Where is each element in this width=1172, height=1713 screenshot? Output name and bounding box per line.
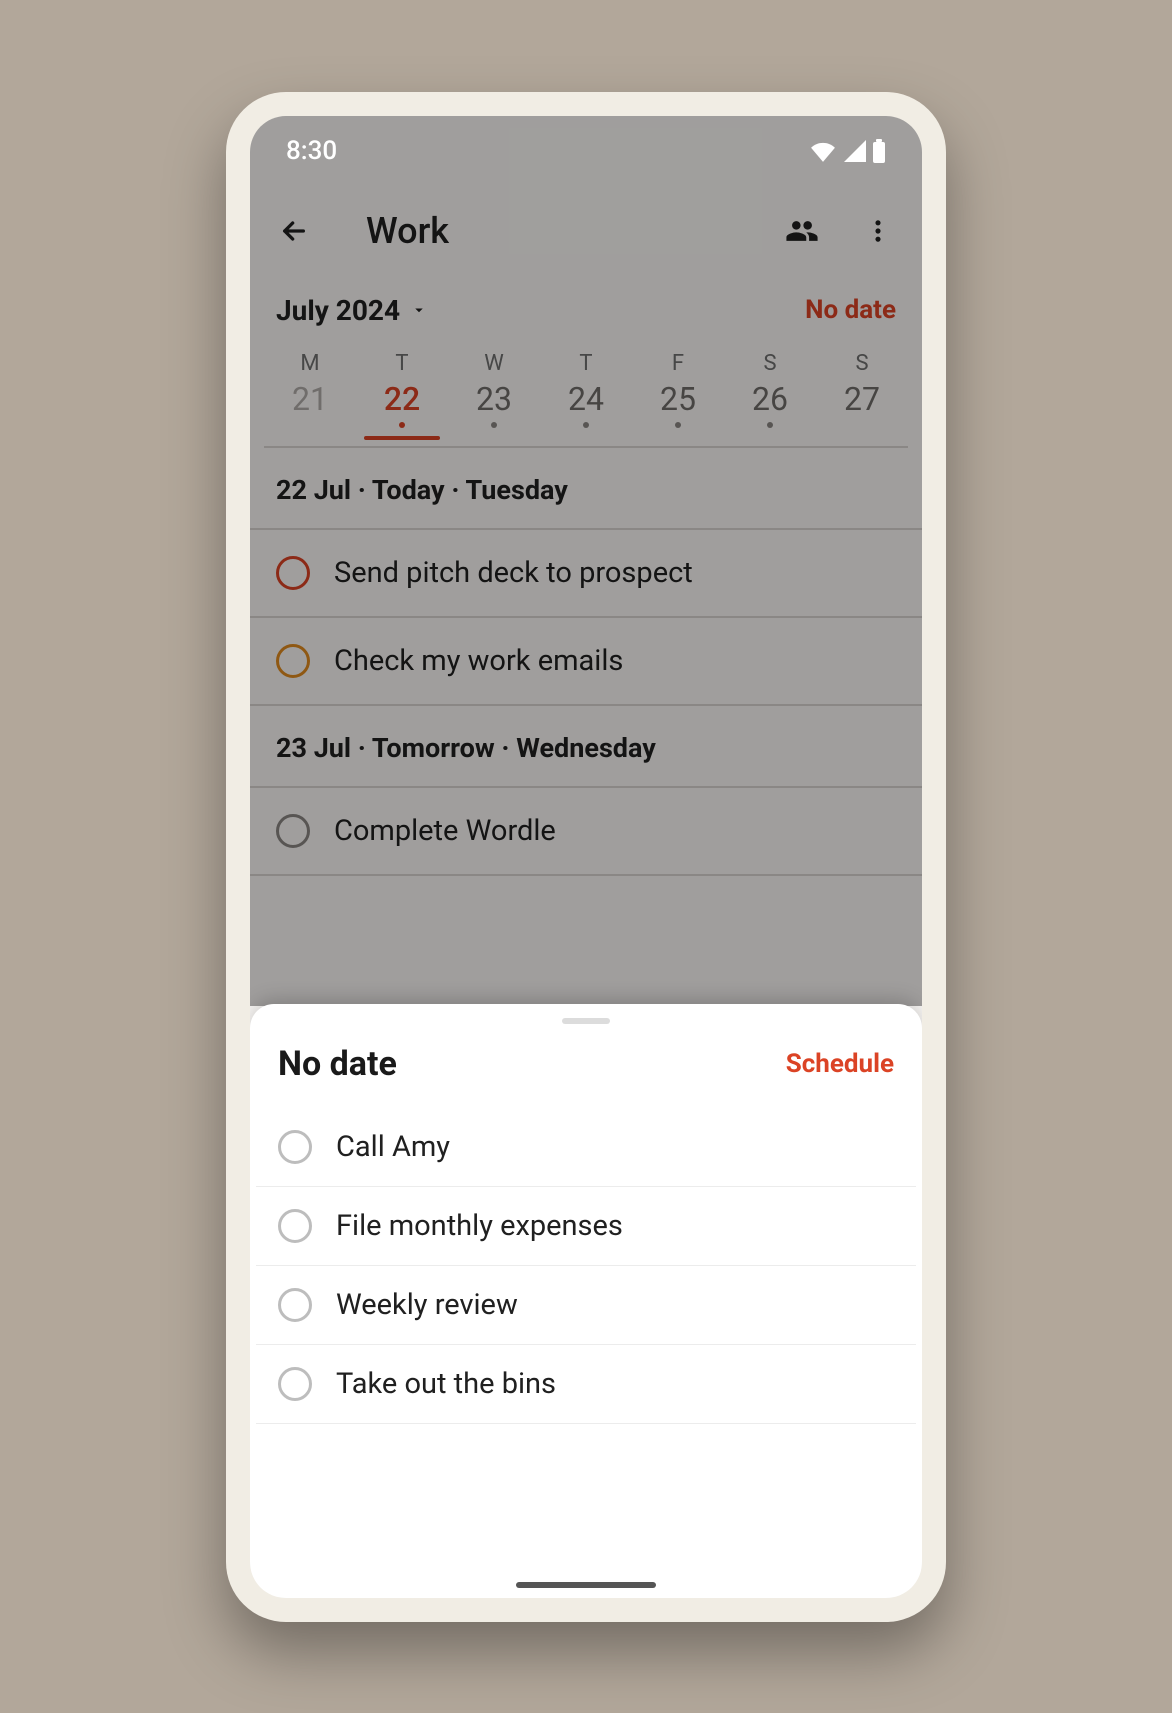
month-label-text: July 2024: [276, 294, 400, 327]
day-col-22[interactable]: T 22: [356, 351, 448, 438]
bottom-sheet: No date Schedule Call Amy File monthly ex…: [250, 1004, 922, 1598]
task-row[interactable]: Call Amy: [256, 1108, 916, 1187]
task-title: Call Amy: [336, 1130, 450, 1164]
screen: 8:30 Work July 2024: [250, 116, 922, 1598]
week-strip: M 21 T 22 W 23 T 24 F 25 S 26 S 27: [250, 345, 922, 448]
section-header: 23 Jul · Tomorrow · Wednesday: [250, 706, 922, 788]
task-checkbox[interactable]: [276, 556, 310, 590]
day-letter: T: [579, 351, 592, 376]
device-frame: 8:30 Work July 2024: [226, 92, 946, 1622]
no-date-link[interactable]: No date: [805, 295, 896, 325]
month-picker[interactable]: July 2024: [276, 294, 428, 327]
day-col-24[interactable]: T 24: [540, 351, 632, 438]
task-checkbox[interactable]: [278, 1288, 312, 1322]
day-letter: W: [484, 351, 504, 376]
task-row[interactable]: Check my work emails: [250, 618, 922, 706]
day-dot: [491, 422, 497, 428]
chevron-down-icon: [410, 301, 428, 319]
more-button[interactable]: [854, 207, 902, 255]
day-letter: S: [763, 351, 776, 376]
app-bar: Work: [250, 186, 922, 276]
task-title: Complete Wordle: [334, 814, 556, 848]
day-number: 24: [568, 380, 604, 418]
sheet-header: No date Schedule: [250, 1032, 922, 1108]
task-title: File monthly expenses: [336, 1209, 623, 1243]
task-row[interactable]: Take out the bins: [256, 1345, 916, 1424]
day-letter: M: [300, 351, 319, 376]
day-number: 23: [476, 380, 512, 418]
task-checkbox[interactable]: [278, 1209, 312, 1243]
day-col-21[interactable]: M 21: [264, 351, 356, 438]
day-number: 27: [844, 380, 880, 418]
day-letter: T: [395, 351, 408, 376]
back-button[interactable]: [270, 207, 318, 255]
task-checkbox[interactable]: [278, 1367, 312, 1401]
signal-icon: [842, 140, 866, 162]
page-title: Work: [346, 210, 750, 252]
day-letter: F: [672, 351, 684, 376]
people-icon: [785, 214, 819, 248]
task-title: Send pitch deck to prospect: [334, 556, 693, 590]
nav-handle[interactable]: [516, 1582, 656, 1588]
status-time: 8:30: [286, 136, 337, 166]
day-dot: [583, 422, 589, 428]
day-dot: [767, 422, 773, 428]
day-number: 21: [292, 380, 328, 418]
arrow-left-icon: [278, 215, 310, 247]
task-row[interactable]: Complete Wordle: [250, 788, 922, 876]
drag-handle[interactable]: [562, 1018, 610, 1024]
task-checkbox[interactable]: [276, 644, 310, 678]
day-dot: [399, 422, 405, 428]
day-number: 22: [384, 380, 420, 418]
day-col-25[interactable]: F 25: [632, 351, 724, 438]
status-icons: [810, 139, 886, 163]
status-bar: 8:30: [250, 116, 922, 186]
schedule-button[interactable]: Schedule: [786, 1049, 894, 1079]
day-col-23[interactable]: W 23: [448, 351, 540, 438]
collaborators-button[interactable]: [778, 207, 826, 255]
task-title: Check my work emails: [334, 644, 623, 678]
more-vert-icon: [864, 217, 892, 245]
task-checkbox[interactable]: [278, 1130, 312, 1164]
task-title: Take out the bins: [336, 1367, 556, 1401]
sheet-title: No date: [278, 1044, 397, 1084]
wifi-icon: [810, 140, 836, 162]
section-header: 22 Jul · Today · Tuesday: [250, 448, 922, 530]
day-col-27[interactable]: S 27: [816, 351, 908, 438]
day-letter: S: [855, 351, 868, 376]
task-checkbox[interactable]: [276, 814, 310, 848]
day-col-26[interactable]: S 26: [724, 351, 816, 438]
month-row: July 2024 No date: [250, 276, 922, 345]
task-row[interactable]: File monthly expenses: [256, 1187, 916, 1266]
day-dot: [675, 422, 681, 428]
battery-icon: [872, 139, 886, 163]
task-row[interactable]: Weekly review: [256, 1266, 916, 1345]
task-row[interactable]: Send pitch deck to prospect: [250, 530, 922, 618]
day-number: 25: [660, 380, 696, 418]
task-title: Weekly review: [336, 1288, 518, 1322]
day-number: 26: [752, 380, 788, 418]
